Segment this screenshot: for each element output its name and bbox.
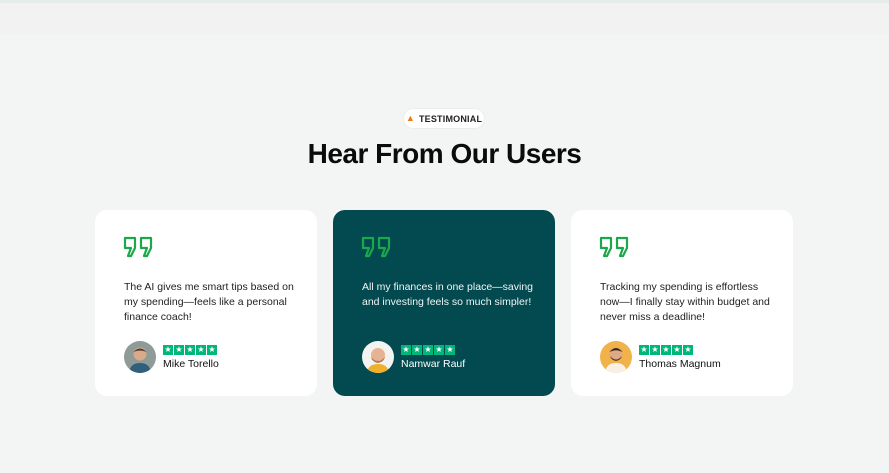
- quote-icon: [361, 236, 391, 258]
- star-icon: ★: [174, 345, 184, 355]
- rating-stars: ★ ★ ★ ★ ★: [639, 345, 693, 355]
- star-icon: ★: [661, 345, 671, 355]
- avatar: [600, 341, 632, 373]
- star-icon: ★: [639, 345, 649, 355]
- star-icon: ★: [185, 345, 195, 355]
- badge-label: TESTIMONIAL: [418, 113, 483, 124]
- testimonial-text: All my finances in one place—saving and …: [362, 281, 534, 308]
- quote-icon: [599, 236, 629, 258]
- testimonial-card-1: The AI gives me smart tips based on my s…: [95, 210, 317, 396]
- top-bar: [0, 0, 889, 34]
- author-name: Mike Torello: [163, 358, 219, 370]
- star-icon: ★: [423, 345, 433, 355]
- star-icon: ★: [672, 345, 682, 355]
- quote-icon: [123, 236, 153, 258]
- star-icon: ★: [412, 345, 422, 355]
- star-icon: ★: [401, 345, 411, 355]
- author-name: Namwar Rauf: [401, 358, 466, 370]
- testimonial-badge: ▲ TESTIMONIAL: [403, 108, 485, 129]
- star-icon: ★: [434, 345, 444, 355]
- star-icon: ★: [163, 345, 173, 355]
- testimonial-card-2: All my finances in one place—saving and …: [333, 210, 555, 396]
- author-name: Thomas Magnum: [639, 358, 721, 370]
- testimonial-text: The AI gives me smart tips based on my s…: [124, 281, 294, 323]
- star-icon: ★: [683, 345, 693, 355]
- star-icon: ★: [207, 345, 217, 355]
- avatar: [362, 341, 394, 373]
- section-heading: Hear From Our Users: [307, 138, 582, 169]
- rating-stars: ★ ★ ★ ★ ★: [163, 345, 217, 355]
- fire-icon: ▲: [405, 113, 415, 123]
- star-icon: ★: [196, 345, 206, 355]
- testimonial-card-3: Tracking my spending is effortless now—I…: [571, 210, 793, 396]
- avatar: [124, 341, 156, 373]
- rating-stars: ★ ★ ★ ★ ★: [401, 345, 455, 355]
- testimonial-text: Tracking my spending is effortless now—I…: [600, 281, 770, 323]
- star-icon: ★: [650, 345, 660, 355]
- star-icon: ★: [445, 345, 455, 355]
